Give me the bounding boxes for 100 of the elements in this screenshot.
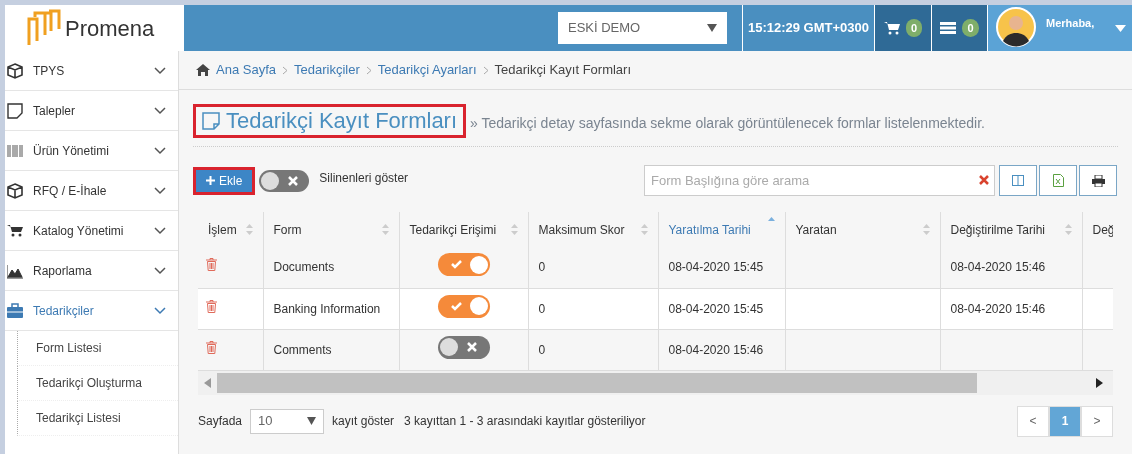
check-icon xyxy=(450,301,462,311)
trash-icon[interactable] xyxy=(206,299,217,313)
chevron-icon xyxy=(154,146,166,155)
chevron-icon xyxy=(154,266,166,275)
scrollbar[interactable] xyxy=(198,370,1113,395)
sidebar-item[interactable]: Raporlama xyxy=(5,251,178,291)
server-icon xyxy=(940,22,957,34)
columns-button[interactable] xyxy=(999,165,1037,196)
trash-icon[interactable] xyxy=(206,258,217,271)
logo-text: Promena xyxy=(65,14,155,43)
print-icon xyxy=(1091,174,1105,187)
chevron-icon xyxy=(154,186,166,195)
sort-icon xyxy=(1064,224,1072,235)
barcode-icon xyxy=(7,142,23,159)
table-cell: Documents xyxy=(273,260,335,274)
table-cell: 08-04-2020 15:46 xyxy=(950,301,1046,316)
page-title: Tedarikçi Kayıt Formları xyxy=(226,108,458,134)
toggle-knob xyxy=(469,297,488,315)
sort-icon xyxy=(381,224,389,235)
toggle-knob xyxy=(469,255,488,274)
toggle-label: Silinenleri göster xyxy=(319,169,409,187)
home-icon[interactable] xyxy=(196,64,210,76)
sidebar-item[interactable]: RFQ / E-İhale xyxy=(5,171,178,211)
cube-icon xyxy=(7,182,23,199)
breadcrumb-link[interactable]: Tedarikçi Ayarları xyxy=(377,60,477,80)
greeting-text: Merhaba, xyxy=(1046,16,1095,31)
add-button[interactable]: Ekle xyxy=(196,169,253,192)
note-icon xyxy=(202,112,220,130)
search-field[interactable]: Form Başlığına göre arama xyxy=(644,165,995,196)
toggle-switch[interactable] xyxy=(437,335,490,359)
print-button[interactable] xyxy=(1079,165,1117,196)
cube-icon xyxy=(7,62,23,79)
breadcrumb-current: Tedarikçi Kayıt Formları xyxy=(494,61,632,80)
sidebar-item[interactable]: Ürün Yönetimi xyxy=(5,131,178,171)
clear-icon[interactable] xyxy=(979,175,989,185)
page-button[interactable]: > xyxy=(1081,405,1113,437)
count-badge: 0 xyxy=(962,18,979,38)
per-page-label: Sayfada xyxy=(198,413,243,430)
toggle-knob xyxy=(439,338,458,356)
submenu-item[interactable]: Tedarikçi Listesi xyxy=(18,409,121,427)
chevron-icon xyxy=(154,226,166,235)
chevron-icon xyxy=(365,65,372,75)
chevron-icon xyxy=(482,65,489,75)
table-cell: 0 xyxy=(538,301,546,316)
cross-icon xyxy=(288,175,299,186)
caret-icon[interactable] xyxy=(1115,25,1126,32)
cart-icon xyxy=(7,222,23,239)
show-label: kayıt göster xyxy=(332,413,395,430)
sort-icon xyxy=(245,224,253,235)
submenu-item[interactable]: Tedarikçi Oluşturma xyxy=(18,374,143,392)
table-cell: 08-04-2020 15:46 xyxy=(950,260,1046,274)
table-cell: Comments xyxy=(273,342,332,357)
chevron-icon xyxy=(154,306,166,315)
right-arrow-icon[interactable] xyxy=(1096,377,1103,388)
scrollbar-thumb[interactable] xyxy=(217,372,977,393)
cross-icon xyxy=(466,342,477,352)
table-cell: 0 xyxy=(538,260,546,274)
page-button[interactable]: < xyxy=(1017,405,1049,437)
caret-icon xyxy=(307,417,317,425)
toggle-switch[interactable] xyxy=(437,253,490,276)
table-cell: 08-04-2020 15:46 xyxy=(668,342,764,357)
toggle-knob xyxy=(261,171,280,190)
columns-icon xyxy=(1012,175,1024,186)
cart-icon xyxy=(883,21,900,35)
table-cell: Banking Information xyxy=(273,301,381,316)
toggle-switch[interactable] xyxy=(259,169,310,192)
sort-icon xyxy=(640,224,648,235)
breadcrumb-link[interactable]: Ana Sayfa xyxy=(216,60,276,80)
area-chart-icon xyxy=(7,262,23,279)
sort-icon xyxy=(510,224,518,235)
sidebar-item[interactable]: TPYS xyxy=(5,51,178,91)
chevron-icon xyxy=(154,106,166,115)
submenu-item[interactable]: Form Listesi xyxy=(18,339,102,357)
table-cell: 0 xyxy=(538,342,546,357)
left-arrow-icon[interactable] xyxy=(204,377,211,388)
count-badge: 0 xyxy=(905,18,923,38)
logo-icon xyxy=(27,9,61,47)
company-select[interactable]: ESKİ DEMO xyxy=(558,12,727,44)
toggle-switch[interactable] xyxy=(437,294,490,318)
page-subtitle: » Tedarikçi detay sayfasında sekme olarak görüntülenecek formlar listelenmektedir. xyxy=(470,114,985,133)
per-page-select[interactable]: 10 xyxy=(250,408,325,434)
avatar-icon xyxy=(996,7,1036,47)
summary-text: 3 kayıttan 1 - 3 arasındaki kayıtlar gösteriliyor xyxy=(404,413,646,430)
chevron-icon xyxy=(154,66,166,75)
trash-icon[interactable] xyxy=(206,340,217,354)
table-cell: 08-04-2020 15:45 xyxy=(668,260,764,274)
table-cell: 08-04-2020 15:45 xyxy=(668,301,764,316)
sort-icon xyxy=(922,224,930,235)
sort-icon xyxy=(767,216,775,221)
sidebar-item[interactable]: Tedarikçiler xyxy=(5,291,178,331)
sidebar-item[interactable]: Talepler xyxy=(5,91,178,131)
check-icon xyxy=(450,260,462,269)
breadcrumb-link[interactable]: Tedarikçiler xyxy=(294,60,360,80)
spreadsheet-icon xyxy=(1052,174,1064,187)
plus-icon xyxy=(206,176,215,185)
caret-icon xyxy=(707,24,717,32)
column-header[interactable]: İşlem xyxy=(198,212,263,247)
sidebar-item[interactable]: Katalog Yönetimi xyxy=(5,211,178,251)
chevron-icon xyxy=(282,65,288,75)
note-icon xyxy=(7,102,23,119)
